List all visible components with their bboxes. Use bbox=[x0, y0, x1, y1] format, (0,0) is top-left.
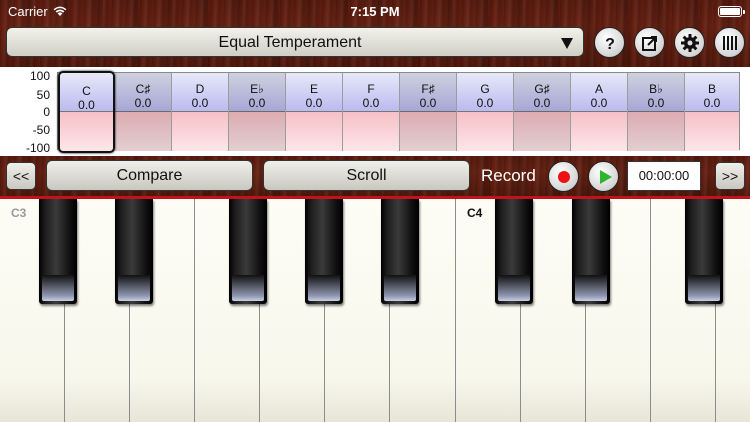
note-column-e[interactable]: E 0.0 bbox=[286, 73, 343, 151]
note-name: E bbox=[309, 82, 318, 96]
export-button[interactable] bbox=[634, 27, 665, 58]
note-column-g-sharp[interactable]: G♯ 0.0 bbox=[514, 73, 571, 151]
cents-grid: C 0.0 C♯ 0.0 D 0.0 E♭ 0.0 E 0.0 F 0.0 F♯… bbox=[57, 71, 740, 153]
battery-icon bbox=[718, 6, 745, 17]
note-column-c-sharp[interactable]: C♯ 0.0 bbox=[115, 73, 172, 151]
note-column-f-sharp[interactable]: F♯ 0.0 bbox=[400, 73, 457, 151]
note-name: B bbox=[707, 82, 716, 96]
octave-label: C4 bbox=[467, 206, 483, 220]
note-name: A bbox=[594, 82, 603, 96]
clock: 7:15 PM bbox=[350, 4, 400, 19]
axis-label: 0 bbox=[43, 105, 50, 119]
play-button[interactable] bbox=[588, 161, 619, 192]
dropdown-arrow-icon bbox=[561, 38, 573, 49]
note-name: D bbox=[195, 82, 205, 96]
record-icon bbox=[558, 171, 570, 183]
note-cents: 0.0 bbox=[647, 96, 665, 110]
svg-text:?: ? bbox=[605, 36, 615, 52]
top-bar: Carrier 7:15 PM Equal Temperament ? bbox=[0, 0, 750, 67]
note-cents: 0.0 bbox=[590, 96, 608, 110]
note-column-a[interactable]: A 0.0 bbox=[571, 73, 628, 151]
control-bar: << Compare Scroll Record 00:00:00 >> bbox=[0, 156, 750, 196]
axis-label: 100 bbox=[29, 69, 50, 83]
axis-label: 50 bbox=[36, 88, 50, 102]
export-icon bbox=[641, 35, 657, 51]
note-name: F♯ bbox=[421, 82, 435, 96]
note-column-b[interactable]: B 0.0 bbox=[685, 73, 739, 151]
black-key-c-sharp3[interactable] bbox=[39, 199, 77, 304]
gear-icon bbox=[680, 33, 699, 52]
note-column-f[interactable]: F 0.0 bbox=[343, 73, 400, 151]
axis-label: -50 bbox=[32, 123, 50, 137]
note-column-e-flat[interactable]: E♭ 0.0 bbox=[229, 73, 286, 151]
tuner-button[interactable] bbox=[714, 27, 745, 58]
note-cents: 0.0 bbox=[248, 96, 266, 110]
black-key-d-sharp3[interactable] bbox=[115, 199, 153, 304]
note-cents: 0.0 bbox=[419, 96, 437, 110]
note-cents: 0.0 bbox=[476, 96, 494, 110]
temperament-selector[interactable]: Equal Temperament bbox=[6, 27, 584, 57]
help-button[interactable]: ? bbox=[594, 27, 625, 58]
status-bar: Carrier 7:15 PM bbox=[0, 0, 750, 22]
black-key-d-sharp4[interactable] bbox=[572, 199, 610, 304]
note-name: C bbox=[82, 84, 91, 98]
black-key-a-sharp3[interactable] bbox=[381, 199, 419, 304]
note-column-c[interactable]: C 0.0 bbox=[58, 71, 115, 153]
axis-label: -100 bbox=[25, 141, 50, 155]
note-column-d[interactable]: D 0.0 bbox=[172, 73, 229, 151]
note-name: F bbox=[367, 82, 375, 96]
play-icon bbox=[600, 170, 612, 184]
previous-octave-button[interactable]: << bbox=[6, 162, 36, 190]
temperament-label: Equal Temperament bbox=[218, 34, 362, 51]
note-name: G bbox=[480, 82, 490, 96]
scroll-button[interactable]: Scroll bbox=[263, 160, 470, 191]
note-cents: 0.0 bbox=[78, 98, 95, 112]
compare-button[interactable]: Compare bbox=[46, 160, 253, 191]
note-cents: 0.0 bbox=[703, 96, 721, 110]
note-name: C♯ bbox=[135, 82, 151, 96]
note-name: E♭ bbox=[250, 82, 264, 96]
black-key-f-sharp3[interactable] bbox=[229, 199, 267, 304]
black-key-g-sharp3[interactable] bbox=[305, 199, 343, 304]
black-key-f-sharp4[interactable] bbox=[685, 199, 723, 304]
record-button[interactable] bbox=[548, 161, 579, 192]
next-octave-button[interactable]: >> bbox=[715, 162, 745, 190]
note-cents: 0.0 bbox=[305, 96, 323, 110]
tuning-fork-icon bbox=[722, 35, 737, 50]
note-name: G♯ bbox=[534, 82, 550, 96]
note-cents: 0.0 bbox=[191, 96, 209, 110]
note-cents: 0.0 bbox=[362, 96, 380, 110]
note-column-b-flat[interactable]: B♭ 0.0 bbox=[628, 73, 685, 151]
settings-button[interactable] bbox=[674, 27, 705, 58]
piano-keyboard: C3 C4 bbox=[0, 196, 750, 422]
black-key-c-sharp4[interactable] bbox=[495, 199, 533, 304]
record-timer: 00:00:00 bbox=[627, 161, 701, 191]
note-cents: 0.0 bbox=[134, 96, 152, 110]
octave-label: C3 bbox=[11, 206, 27, 220]
record-label: Record bbox=[481, 166, 536, 185]
note-name: B♭ bbox=[649, 82, 663, 96]
note-column-g[interactable]: G 0.0 bbox=[457, 73, 514, 151]
cents-axis: 100 50 0 -50 -100 bbox=[0, 67, 54, 156]
help-icon: ? bbox=[605, 36, 615, 52]
note-cents: 0.0 bbox=[533, 96, 551, 110]
cents-panel: 100 50 0 -50 -100 C 0.0 C♯ 0.0 D 0.0 E♭ … bbox=[0, 67, 750, 156]
